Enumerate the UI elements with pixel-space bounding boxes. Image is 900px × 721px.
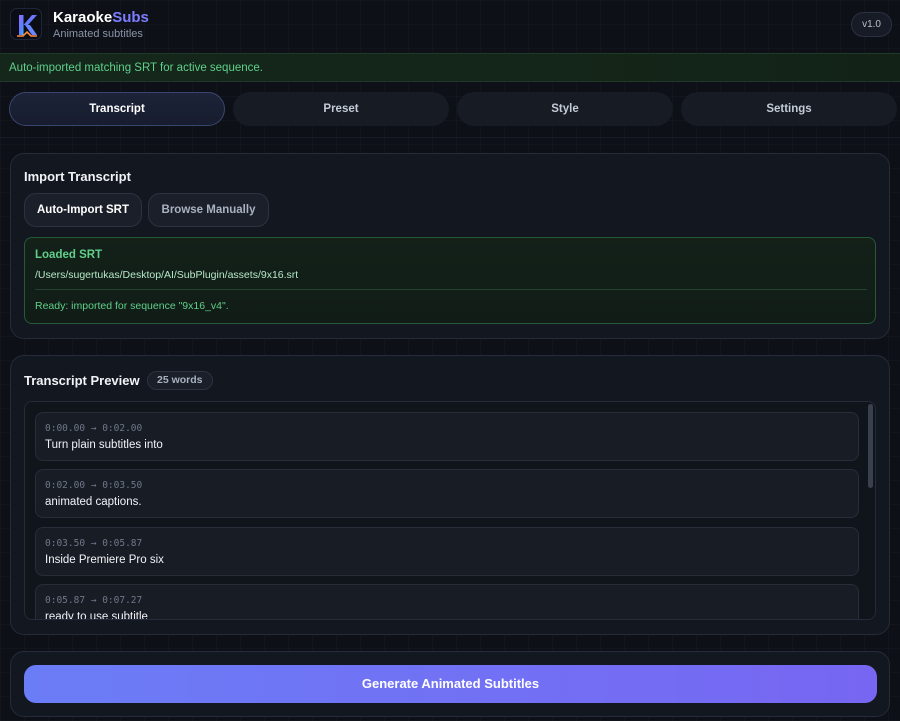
transcript-preview-card: Transcript Preview 25 words 0:00.00 → 0:… — [10, 355, 890, 635]
transcript-scrollbar[interactable] — [868, 404, 873, 488]
transcript-item-time: 0:05.87 → 0:07.27 — [45, 595, 143, 606]
tab-transcript[interactable]: Transcript — [9, 92, 225, 126]
tab-bar: Transcript Preset Style Settings — [9, 92, 900, 126]
tab-settings[interactable]: Settings — [681, 92, 897, 126]
transcript-item-time: 0:02.00 → 0:03.50 — [45, 480, 143, 491]
status-banner: Auto-imported matching SRT for active se… — [0, 53, 900, 82]
loaded-srt-title: Loaded SRT — [35, 249, 103, 261]
app-logo — [10, 8, 42, 40]
transcript-item-text: Inside Premiere Pro six — [45, 554, 164, 566]
tab-preset[interactable]: Preset — [233, 92, 449, 126]
transcript-list[interactable]: 0:00.00 → 0:02.00 Turn plain subtitles i… — [24, 401, 876, 620]
app-subtitle: Animated subtitles — [53, 28, 143, 40]
tab-divider — [0, 137, 900, 138]
transcript-item[interactable]: 0:05.87 → 0:07.27 ready to use subtitle — [35, 584, 859, 620]
tab-style[interactable]: Style — [457, 92, 673, 126]
generate-card: Generate Animated Subtitles — [10, 651, 890, 717]
app-title: KaraokeSubs — [53, 9, 149, 26]
transcript-item[interactable]: 0:00.00 → 0:02.00 Turn plain subtitles i… — [35, 412, 859, 461]
loaded-srt-panel: Loaded SRT /Users/sugertukas/Desktop/AI/… — [24, 237, 876, 324]
transcript-item-time: 0:00.00 → 0:02.00 — [45, 423, 143, 434]
browse-manually-button[interactable]: Browse Manually — [148, 193, 269, 227]
loaded-srt-divider — [35, 289, 867, 290]
import-transcript-card: Import Transcript Auto-Import SRT Browse… — [10, 153, 890, 339]
transcript-item-time: 0:03.50 → 0:05.87 — [45, 538, 143, 549]
generate-subtitles-button[interactable]: Generate Animated Subtitles — [24, 665, 877, 703]
app-header: KaraokeSubs Animated subtitles v1.0 — [0, 0, 900, 53]
loaded-srt-path: /Users/sugertukas/Desktop/AI/SubPlugin/a… — [35, 269, 299, 281]
app-title-main: Karaoke — [53, 9, 113, 26]
preview-section-title: Transcript Preview — [24, 373, 140, 388]
word-count-badge: 25 words — [147, 371, 213, 390]
import-section-title: Import Transcript — [24, 169, 131, 184]
transcript-item[interactable]: 0:02.00 → 0:03.50 animated captions. — [35, 469, 859, 518]
app-title-accent: Subs — [112, 9, 149, 26]
transcript-item-text: animated captions. — [45, 496, 142, 508]
transcript-item[interactable]: 0:03.50 → 0:05.87 Inside Premiere Pro si… — [35, 527, 859, 576]
loaded-srt-status: Ready: imported for sequence "9x16_v4". — [35, 300, 229, 312]
version-badge: v1.0 — [851, 12, 892, 37]
auto-import-button[interactable]: Auto-Import SRT — [24, 193, 142, 227]
transcript-item-text: ready to use subtitle — [45, 611, 148, 620]
transcript-item-text: Turn plain subtitles into — [45, 439, 163, 451]
